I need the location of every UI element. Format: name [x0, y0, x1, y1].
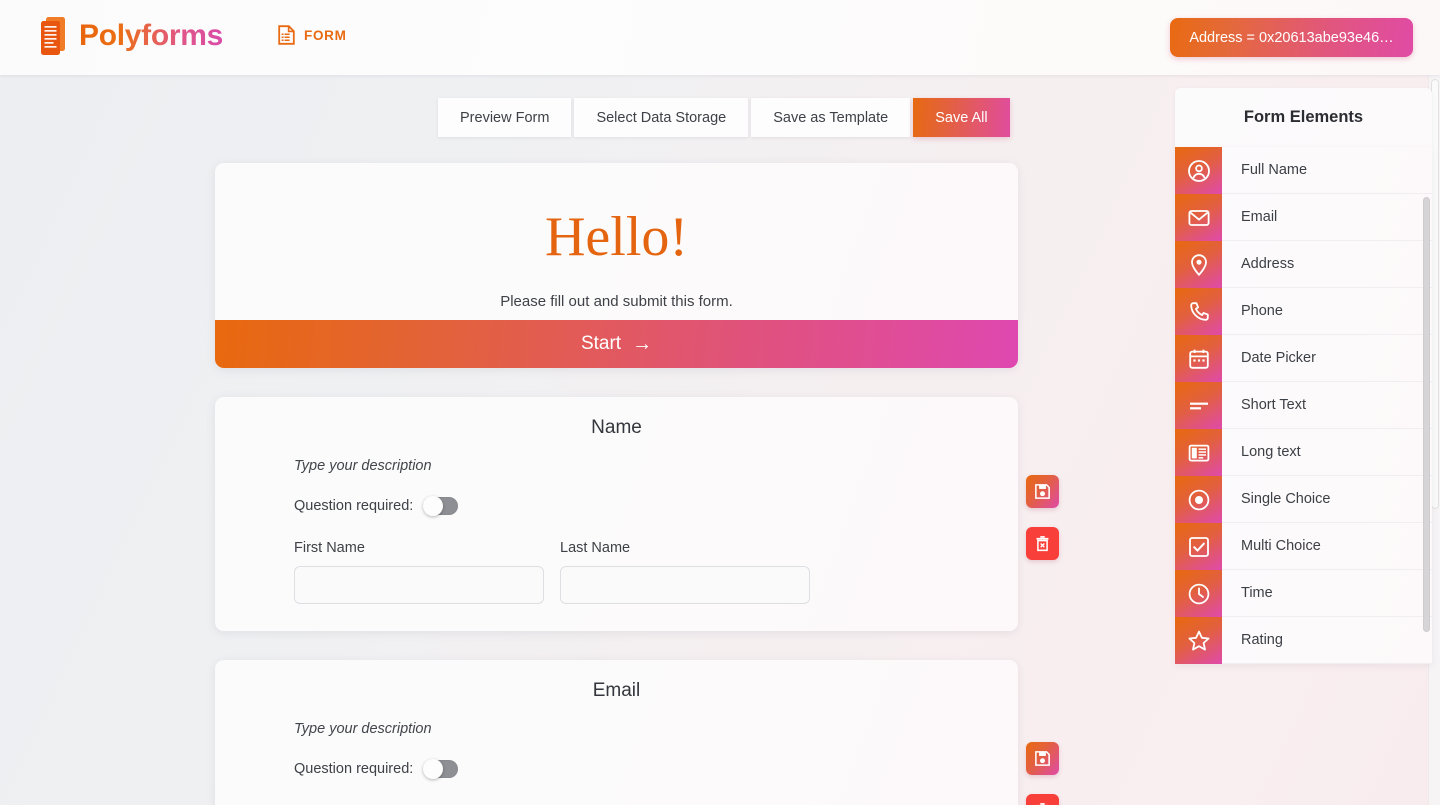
wallet-address-label: Address = 0x20613abe93e46… [1189, 29, 1394, 46]
first-name-field-group: First Name [294, 540, 544, 604]
sidebar-item-address[interactable]: Address [1175, 241, 1432, 288]
sidebar-item-multi-choice[interactable]: Multi Choice [1175, 523, 1432, 570]
form-greeting-subtitle: Please fill out and submit this form. [500, 293, 733, 310]
toggle-knob [423, 496, 444, 516]
form-elements-panel: Form Elements Full Name Email Address Ph… [1175, 88, 1432, 664]
sidebar-item-label: Phone [1241, 303, 1283, 319]
trash-icon [1034, 535, 1051, 552]
toggle-knob [423, 759, 444, 779]
arrow-right-icon: → [632, 333, 653, 355]
user-circle-icon [1175, 147, 1222, 194]
start-button[interactable]: Start → [215, 320, 1018, 368]
sidebar-item-label: Rating [1241, 632, 1283, 648]
delete-question-button[interactable] [1026, 794, 1059, 805]
star-icon [1175, 617, 1222, 664]
question-title: Email [592, 680, 641, 701]
form-elements-title: Form Elements [1175, 88, 1432, 147]
delete-question-button[interactable] [1026, 527, 1059, 560]
start-button-label: Start [580, 333, 622, 354]
radio-button-icon [1175, 476, 1222, 523]
sidebar-scrollbar-thumb[interactable] [1423, 197, 1430, 632]
sidebar-scrollbar-track[interactable] [1423, 147, 1430, 664]
checkbox-icon [1175, 523, 1222, 570]
first-name-label: First Name [294, 540, 365, 556]
question-description[interactable]: Type your description [294, 721, 1018, 737]
sidebar-item-label: Address [1241, 256, 1295, 272]
sidebar-item-label: Date Picker [1241, 350, 1316, 366]
save-question-button[interactable] [1026, 742, 1059, 775]
last-name-label: Last Name [560, 540, 631, 556]
page-scrollbar-thumb[interactable] [1431, 79, 1439, 509]
sidebar-item-email[interactable]: Email [1175, 194, 1432, 241]
document-icon [278, 25, 295, 45]
name-fields-row: First Name Last Name [294, 540, 1018, 604]
preview-form-button[interactable]: Preview Form [438, 98, 572, 137]
sidebar-item-rating[interactable]: Rating [1175, 617, 1432, 664]
question-description[interactable]: Type your description [294, 458, 1018, 474]
sidebar-item-long-text[interactable]: Long text [1175, 429, 1432, 476]
calendar-icon [1175, 335, 1222, 382]
sidebar-item-short-text[interactable]: Short Text [1175, 382, 1432, 429]
question-required-row: Question required: [294, 496, 1018, 516]
sidebar-item-label: Multi Choice [1241, 538, 1321, 554]
app-header: Polyforms FORM Address = 0x20613abe93e46… [0, 0, 1440, 75]
sidebar-item-label: Single Choice [1241, 491, 1331, 507]
save-all-button[interactable]: Save All [913, 98, 1010, 137]
save-question-button[interactable] [1026, 475, 1059, 508]
question-required-toggle[interactable] [423, 759, 459, 779]
wallet-address-button[interactable]: Address = 0x20613abe93e46… [1170, 18, 1413, 57]
stacked-document-icon [38, 15, 68, 57]
last-name-input[interactable] [560, 566, 810, 604]
first-name-input[interactable] [294, 566, 544, 604]
save-disk-icon [1034, 750, 1051, 767]
sidebar-item-label: Time [1241, 585, 1273, 601]
sidebar-item-label: Long text [1241, 444, 1301, 460]
question-required-row: Question required: [294, 759, 1018, 779]
sidebar-item-label: Full Name [1241, 162, 1308, 178]
question-required-label: Question required: [294, 498, 414, 514]
envelope-icon [1175, 194, 1222, 241]
sidebar-item-single-choice[interactable]: Single Choice [1175, 476, 1432, 523]
save-as-template-button[interactable]: Save as Template [751, 98, 911, 137]
app-root: Polyforms FORM Address = 0x20613abe93e46… [0, 0, 1440, 805]
brand[interactable]: Polyforms [38, 15, 223, 57]
question-card-email: Email Type your description Question req… [215, 660, 1018, 805]
brand-name: Polyforms [79, 19, 224, 52]
question-card-name: Name Type your description Question requ… [215, 397, 1018, 631]
short-text-icon [1175, 382, 1222, 429]
form-hero-card: Hello! Please fill out and submit this f… [215, 163, 1018, 368]
save-disk-icon [1034, 483, 1051, 500]
sidebar-item-full-name[interactable]: Full Name [1175, 147, 1432, 194]
tab-form-label: FORM [304, 27, 347, 43]
clock-icon [1175, 570, 1222, 617]
form-greeting-title: Hello! [544, 206, 689, 268]
map-pin-icon [1175, 241, 1222, 288]
tab-form[interactable]: FORM [278, 25, 347, 45]
select-data-storage-button[interactable]: Select Data Storage [574, 98, 749, 137]
sidebar-item-label: Short Text [1241, 397, 1307, 413]
form-toolbar: Preview Form Select Data Storage Save as… [438, 98, 1010, 137]
long-text-icon [1175, 429, 1222, 476]
question-title: Name [591, 417, 642, 438]
phone-icon [1175, 288, 1222, 335]
last-name-field-group: Last Name [560, 540, 810, 604]
sidebar-item-label: Email [1241, 209, 1278, 225]
question-required-toggle[interactable] [423, 496, 459, 516]
question-required-label: Question required: [294, 761, 414, 777]
sidebar-item-date-picker[interactable]: Date Picker [1175, 335, 1432, 382]
sidebar-item-time[interactable]: Time [1175, 570, 1432, 617]
sidebar-item-phone[interactable]: Phone [1175, 288, 1432, 335]
form-elements-list: Full Name Email Address Phone Date Picke… [1175, 147, 1432, 664]
